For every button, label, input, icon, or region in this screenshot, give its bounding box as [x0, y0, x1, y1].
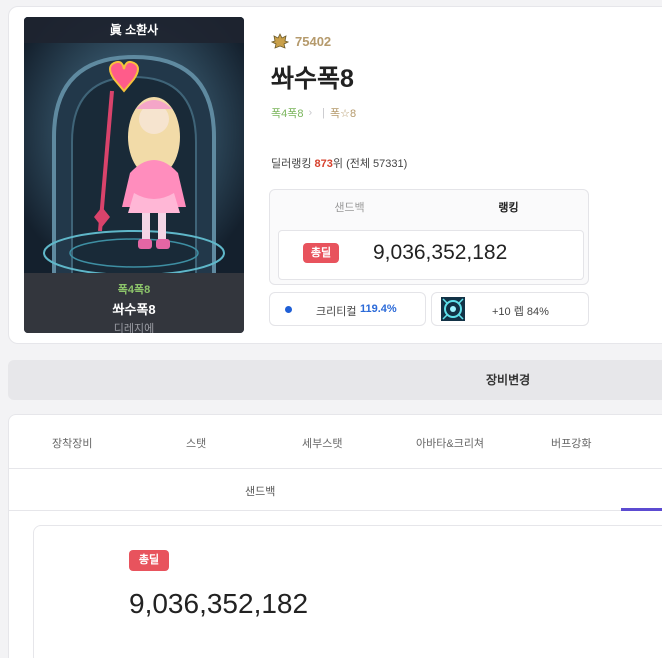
active-tab-indicator	[621, 508, 662, 511]
fame-value: 75402	[295, 33, 332, 49]
enhance-stat-pill: +10 렙 84%	[431, 292, 589, 326]
guild-tag[interactable]: 폭☆8	[330, 105, 356, 121]
character-tags: 폭4폭8 › | 폭☆8	[271, 105, 356, 121]
damage-box: 샌드백 랭킹 총딜 9,036,352,182	[269, 189, 589, 285]
character-title: 쏴수폭8	[271, 65, 354, 93]
ranking-suffix: 위 (전체 57331)	[332, 158, 408, 170]
server-class-banner: 眞 소환사	[24, 17, 244, 43]
enhance-item-icon	[441, 297, 465, 321]
total-damage-card-value: 9,036,352,182	[129, 588, 309, 619]
chevron-right-icon: ›	[308, 107, 313, 119]
fame-icon	[271, 33, 289, 49]
character-illustration	[24, 17, 244, 273]
character-adventure-name: 폭4폭8	[117, 284, 151, 296]
total-damage-badge: 총딜	[303, 243, 339, 263]
detail-card: 장착장비 스탯 세부스탯 아바타&크리쳐 버프강화 샌드백 총딜 9,036,3…	[8, 414, 662, 658]
total-damage-card: 총딜 9,036,352,182	[33, 525, 662, 658]
tag-divider: |	[322, 107, 326, 119]
fame-row: 75402	[271, 33, 331, 49]
equip-change-label: 장비변경	[486, 373, 531, 387]
tab-avatar-creature[interactable]: 아바타&크리쳐	[416, 435, 484, 451]
enhance-text: +10 렙 84%	[492, 306, 549, 318]
sub-tabs: 샌드백	[9, 469, 662, 511]
profile-card: 眞 소환사 폭4폭8 쏴수폭8 디레지에 75402 쏴수폭8 폭4폭8 › |…	[8, 6, 662, 344]
ranking-number: 873	[314, 158, 333, 170]
tab-buff-enhance[interactable]: 버프강화	[551, 435, 591, 451]
critical-value: 119.4%	[360, 303, 397, 315]
subtab-sandbag[interactable]: 샌드백	[245, 483, 275, 499]
tab-sandbag[interactable]: 샌드백	[270, 190, 429, 226]
tab-stats[interactable]: 스탯	[186, 435, 206, 451]
tab-equipment[interactable]: 장착장비	[52, 435, 92, 451]
page: 眞 소환사 폭4폭8 쏴수폭8 디레지에 75402 쏴수폭8 폭4폭8 › |…	[0, 0, 662, 658]
main-tabs: 장착장비 스탯 세부스탯 아바타&크리쳐 버프강화	[9, 415, 662, 469]
character-footer: 폭4폭8 쏴수폭8 디레지에	[24, 273, 244, 333]
character-panel[interactable]: 眞 소환사 폭4폭8 쏴수폭8 디레지에	[24, 17, 244, 333]
total-damage-card-badge: 총딜	[129, 550, 169, 571]
ranking-prefix: 딜러랭킹	[271, 158, 315, 170]
tab-ranking[interactable]: 랭킹	[429, 190, 588, 226]
adventure-tag[interactable]: 폭4폭8	[271, 105, 303, 121]
critical-label: 크리티컬	[316, 306, 357, 318]
total-damage-value: 9,036,352,182	[373, 241, 508, 264]
damage-tabs: 샌드백 랭킹	[270, 190, 588, 226]
critical-dot-icon	[285, 306, 292, 313]
character-name-label: 쏴수폭8	[112, 302, 156, 317]
tab-detail-stats[interactable]: 세부스탯	[302, 435, 342, 451]
character-server: 디레지에	[113, 323, 155, 333]
equip-change-button[interactable]: 장비변경	[8, 360, 662, 400]
damage-value-panel: 총딜 9,036,352,182	[278, 230, 584, 280]
critical-stat-pill: 크리티컬 119.4%	[269, 292, 426, 326]
dealer-ranking: 딜러랭킹 873위 (전체 57331)	[271, 155, 407, 171]
